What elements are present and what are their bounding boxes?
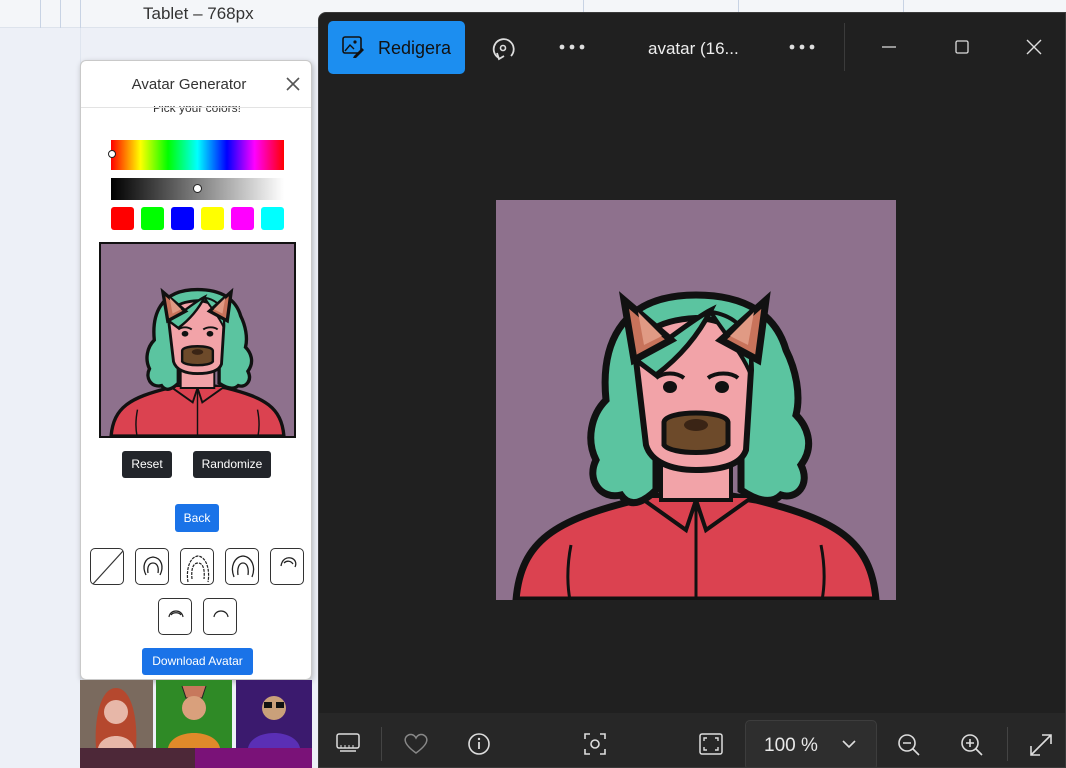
hair-option-medium-curly[interactable] [225, 548, 259, 585]
color-swatch[interactable] [111, 207, 134, 230]
zoom-out-icon[interactable] [897, 733, 921, 757]
minimize-icon[interactable] [881, 39, 897, 55]
photo-viewer-window: Redigera avatar (16... 100 % [318, 12, 1066, 768]
gallery-thumb[interactable] [156, 680, 232, 748]
favorite-heart-icon[interactable] [403, 733, 429, 755]
color-swatch[interactable] [261, 207, 284, 230]
displayed-photo [496, 200, 896, 600]
color-swatch[interactable] [141, 207, 164, 230]
edit-image-icon [342, 36, 364, 58]
ruler-tick [80, 0, 81, 28]
bottom-toolbar: 100 % [319, 713, 1065, 767]
more-options-icon[interactable] [789, 43, 815, 51]
zoom-level-value: 100 % [764, 735, 818, 756]
color-swatch[interactable] [171, 207, 194, 230]
info-icon[interactable] [467, 732, 491, 756]
full-screen-icon[interactable] [1029, 733, 1053, 757]
hue-slider[interactable] [111, 140, 284, 170]
avatar-gallery [80, 680, 312, 768]
toolbar-separator [844, 23, 845, 71]
filmstrip-icon[interactable] [336, 733, 360, 753]
avatar-generator-panel: Avatar Generator Pick your colors! Reset… [80, 60, 312, 680]
avatar-image [496, 200, 896, 600]
fit-to-window-icon[interactable] [699, 733, 723, 755]
panel-title: Avatar Generator [131, 76, 247, 93]
toolbar-separator [381, 727, 382, 761]
device-size-label: Tablet – 768px [143, 4, 254, 23]
hair-option-long[interactable] [180, 548, 214, 585]
hair-option-short-curly[interactable] [135, 548, 169, 585]
gallery-thumb[interactable] [236, 680, 312, 748]
chevron-down-icon [842, 740, 856, 749]
avatar-preview-image [101, 244, 294, 436]
hair-option-bald-short[interactable] [158, 598, 192, 635]
zoom-level-dropdown[interactable]: 100 % [745, 720, 877, 767]
maximize-icon[interactable] [955, 40, 969, 54]
close-icon[interactable] [1026, 39, 1042, 55]
download-avatar-button[interactable]: Download Avatar [142, 648, 253, 675]
rotate-icon[interactable] [489, 35, 517, 63]
hue-slider-handle[interactable] [108, 150, 116, 158]
header-divider [81, 107, 311, 108]
toolbar-separator [1007, 727, 1008, 761]
gallery-thumb[interactable] [195, 748, 312, 768]
gallery-thumb[interactable] [80, 748, 195, 768]
close-icon[interactable] [284, 75, 302, 93]
edit-button[interactable]: Redigera [328, 21, 465, 74]
window-title: avatar (16... [648, 39, 739, 58]
gallery-thumb[interactable] [80, 680, 153, 748]
back-button[interactable]: Back [175, 504, 219, 532]
color-swatch[interactable] [231, 207, 254, 230]
ruler-tick [60, 0, 61, 28]
visual-search-icon[interactable] [583, 732, 607, 756]
color-swatch[interactable] [201, 207, 224, 230]
reset-button[interactable]: Reset [122, 451, 172, 478]
hair-option-bald-tuft[interactable] [203, 598, 237, 635]
hair-option-bun[interactable] [270, 548, 304, 585]
zoom-in-icon[interactable] [960, 733, 984, 757]
randomize-button[interactable]: Randomize [193, 451, 271, 478]
lightness-slider-handle[interactable] [193, 184, 202, 193]
hair-option-none[interactable] [90, 548, 124, 585]
edit-button-label: Redigera [378, 38, 452, 58]
avatar-preview [99, 242, 296, 438]
ruler-tick [40, 0, 41, 28]
more-options-icon[interactable] [559, 43, 585, 51]
